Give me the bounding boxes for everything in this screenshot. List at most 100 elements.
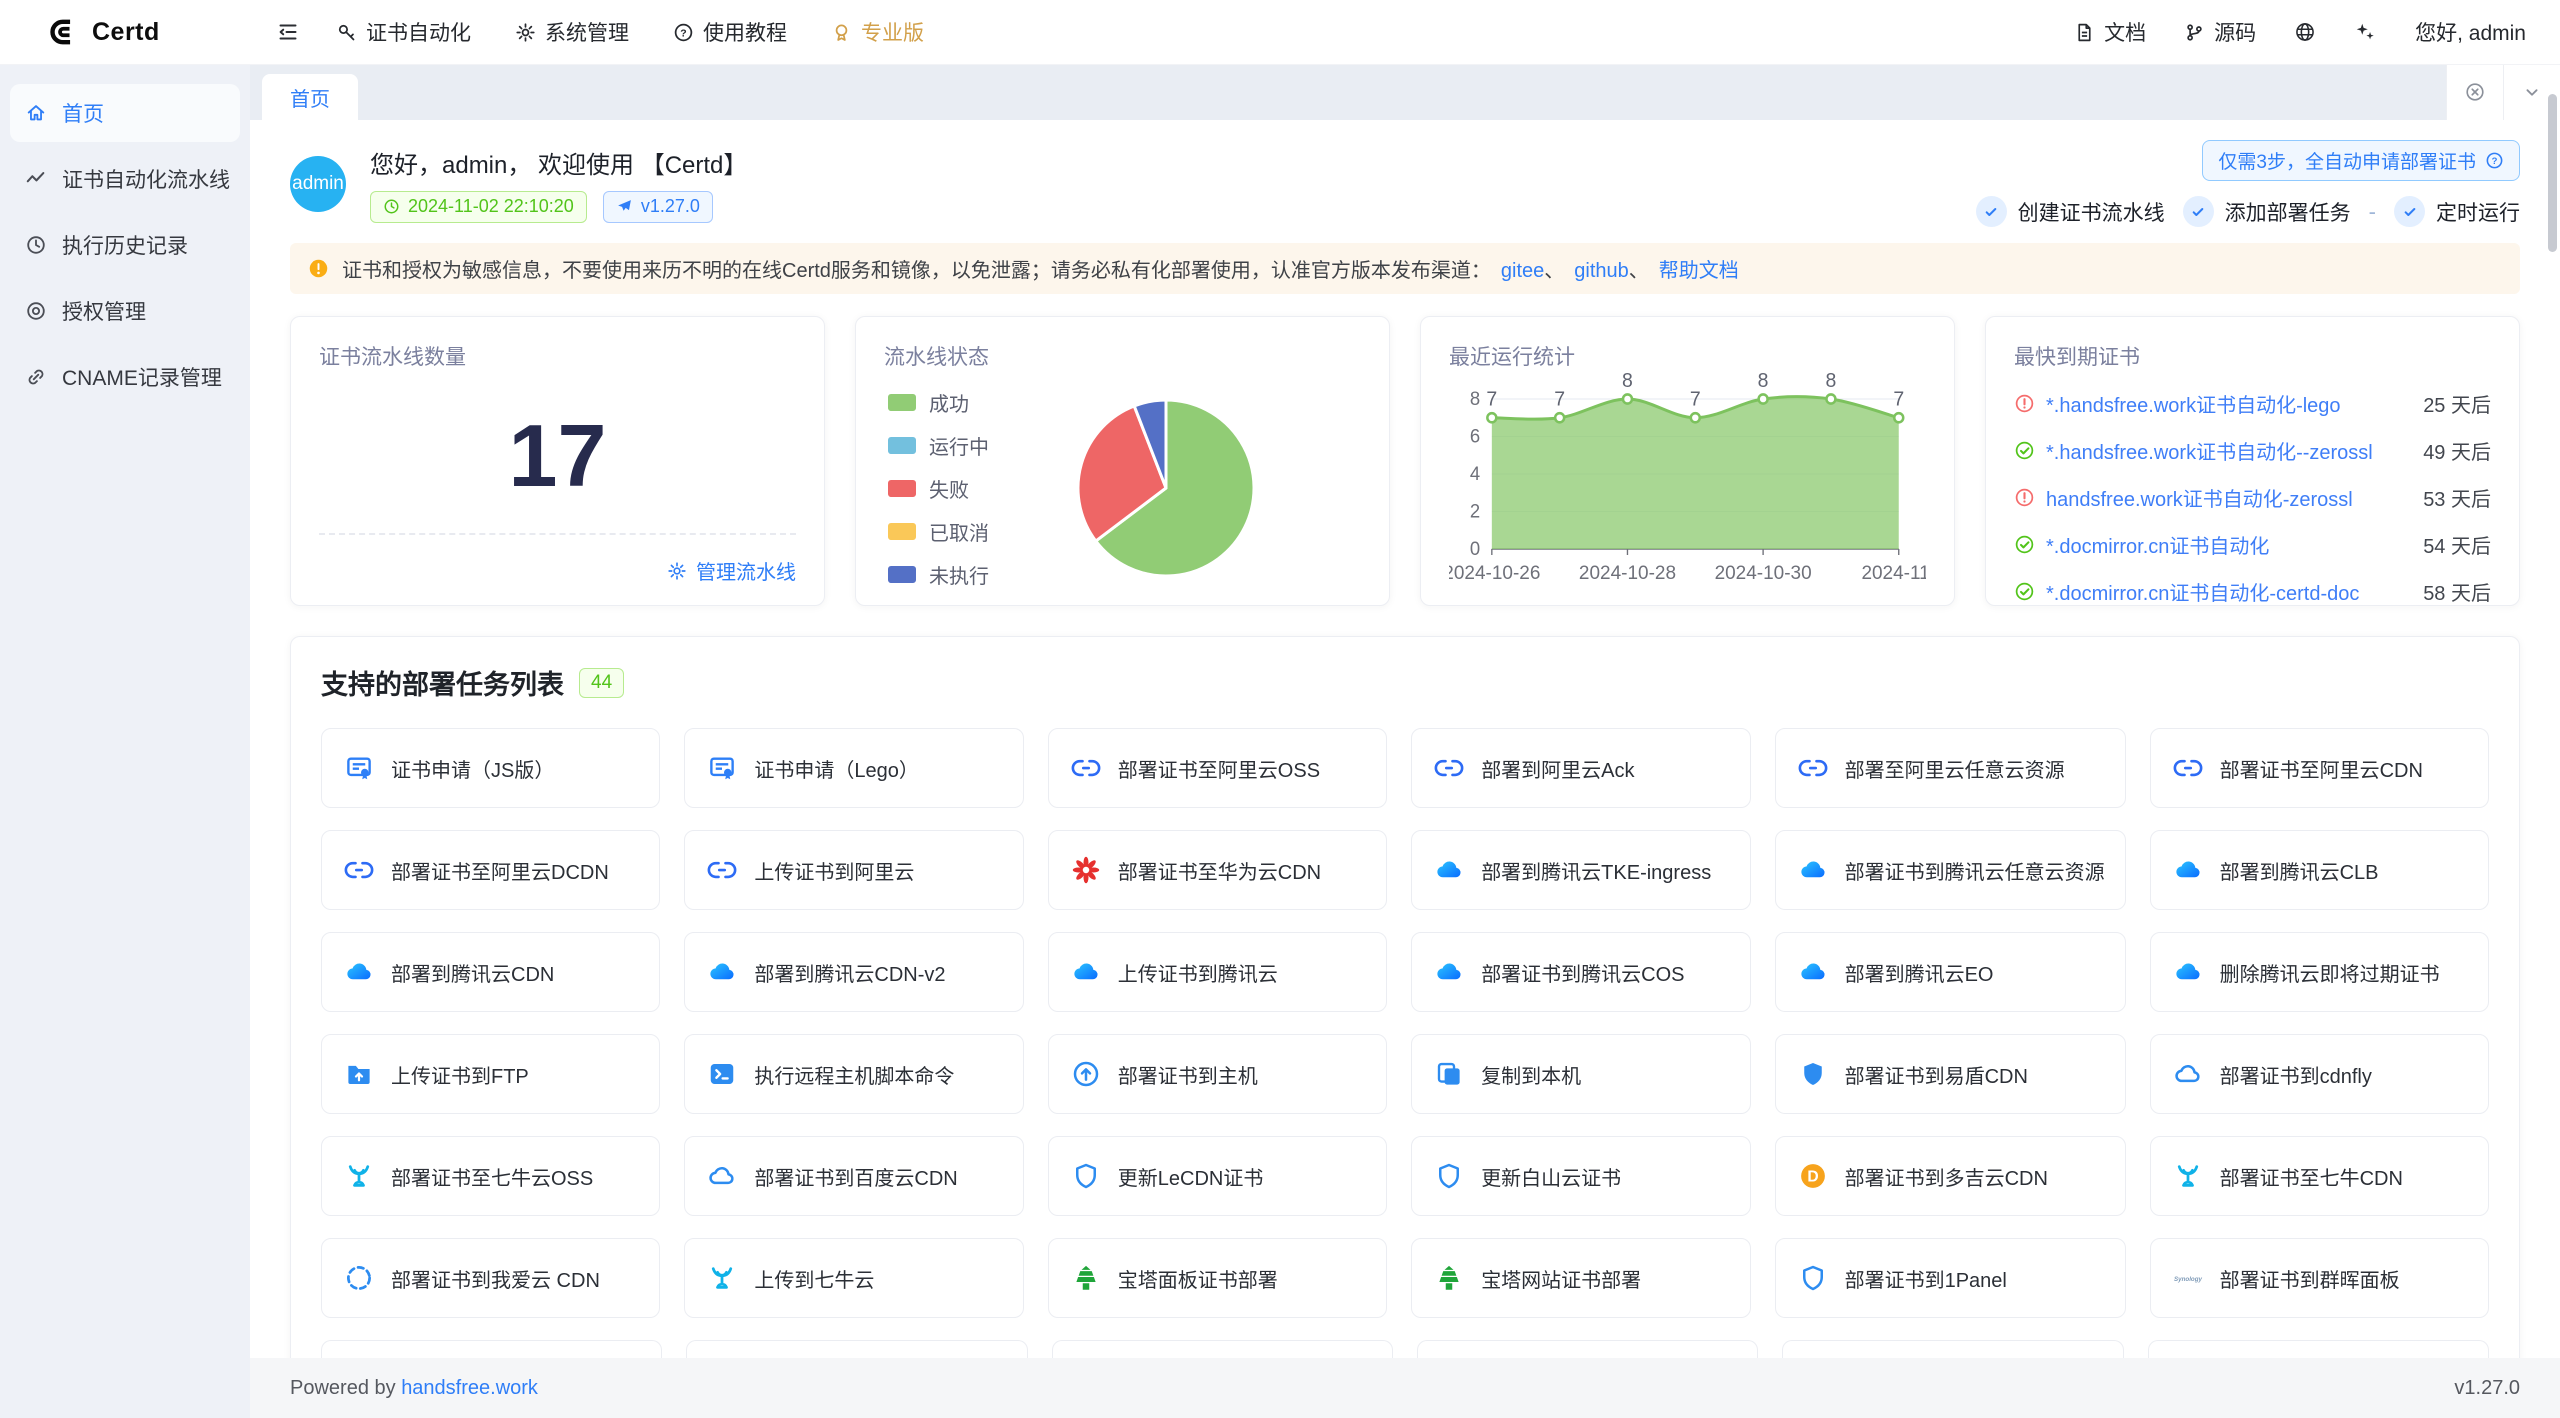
task-card[interactable]: 更新白山云证书 bbox=[1411, 1136, 1750, 1216]
auth-icon bbox=[25, 300, 47, 322]
task-card[interactable]: 部署至阿里云任意云资源 bbox=[1775, 728, 2126, 808]
step-check-icon bbox=[2394, 196, 2425, 227]
task-card[interactable]: 部署到腾讯云CDN-v2 bbox=[684, 932, 1023, 1012]
task-label: 更新LeCDN证书 bbox=[1118, 1162, 1264, 1191]
cert-name-link[interactable]: handsfree.work证书自动化-zerossl bbox=[2046, 483, 2400, 512]
legend-item-4[interactable]: 已取消 bbox=[888, 517, 989, 546]
divider bbox=[319, 533, 796, 535]
version-badge[interactable]: v1.27.0 bbox=[603, 191, 713, 223]
task-card[interactable]: 执行远程主机脚本命令 bbox=[684, 1034, 1023, 1114]
task-card[interactable]: 上传证书到阿里云 bbox=[684, 830, 1023, 910]
task-card[interactable]: 部署到腾讯云CDN bbox=[321, 932, 660, 1012]
error-circle-icon bbox=[2014, 487, 2035, 508]
task-card[interactable]: 部署到腾讯云TKE-ingress bbox=[1411, 830, 1750, 910]
nav-links: 文档 源码 bbox=[2055, 17, 2275, 47]
task-card[interactable]: 部署到腾讯云EO bbox=[1775, 932, 2126, 1012]
sidebar-item-5[interactable]: CNAME记录管理 bbox=[10, 348, 240, 406]
banner-link-3[interactable]: 帮助文档 bbox=[1659, 260, 1739, 282]
banner-link-1[interactable]: gitee bbox=[1501, 260, 1544, 282]
task-card[interactable]: Synology部署证书到群晖面板 bbox=[2150, 1238, 2489, 1318]
ok-circle-icon bbox=[2014, 534, 2035, 555]
welcome-badges: 2024-11-02 22:10:20 v1.27.0 bbox=[370, 191, 747, 223]
task-card[interactable]: 宝塔面板证书部署 bbox=[1048, 1238, 1387, 1318]
task-card[interactable]: 部署证书到易盾CDN bbox=[1775, 1034, 2126, 1114]
task-card[interactable]: 部署证书至阿里云DCDN bbox=[321, 830, 660, 910]
cert-name-link[interactable]: *.docmirror.cn证书自动化-certd-doc bbox=[2046, 577, 2400, 606]
sidebar-item-1[interactable]: 首页 bbox=[10, 84, 240, 142]
task-card[interactable]: 复制到本机 bbox=[1411, 1034, 1750, 1114]
task-card[interactable]: 部署证书到百度云CDN bbox=[684, 1136, 1023, 1216]
cert-name-link[interactable]: *.docmirror.cn证书自动化 bbox=[2046, 530, 2400, 559]
task-card[interactable]: 部署证书到腾讯云任意云资源 bbox=[1775, 830, 2126, 910]
task-card[interactable]: 证书申请（JS版） bbox=[321, 728, 660, 808]
chevron-down-icon bbox=[2521, 81, 2543, 103]
legend-item-3[interactable]: 失败 bbox=[888, 474, 989, 503]
avatar[interactable]: admin bbox=[290, 156, 346, 212]
cert-name-link[interactable]: *.handsfree.work证书自动化--zerossl bbox=[2046, 436, 2400, 465]
nav-item-3[interactable]: ?使用教程 bbox=[651, 0, 809, 64]
user-greeting[interactable]: 您好, admin bbox=[2395, 17, 2526, 47]
task-card[interactable]: 部署证书至七牛云OSS bbox=[321, 1136, 660, 1216]
menu-fold-icon[interactable] bbox=[276, 20, 300, 44]
nav-item-4[interactable]: 专业版 bbox=[809, 0, 946, 64]
task-card[interactable]: 部署证书至华为云CDN bbox=[1048, 830, 1387, 910]
task-label: 部署到腾讯云CDN-v2 bbox=[754, 958, 945, 987]
task-card[interactable]: 部署证书至七牛CDN bbox=[2150, 1136, 2489, 1216]
manage-pipelines-link[interactable]: 管理流水线 bbox=[667, 556, 796, 585]
task-card[interactable]: 上传到七牛云 bbox=[684, 1238, 1023, 1318]
tasks-title: 支持的部署任务列表 bbox=[321, 663, 564, 702]
task-card[interactable]: D部署证书到多吉云CDN bbox=[1775, 1136, 2126, 1216]
nav-link-2[interactable]: 源码 bbox=[2165, 17, 2275, 47]
scrollbar-thumb[interactable] bbox=[2548, 94, 2557, 252]
task-card[interactable]: 更新LeCDN证书 bbox=[1048, 1136, 1387, 1216]
sidebar-item-4[interactable]: 授权管理 bbox=[10, 282, 240, 340]
footer-powered: Powered by handsfree.work bbox=[290, 1377, 538, 1400]
task-card[interactable]: 宝塔网站证书部署 bbox=[1411, 1238, 1750, 1318]
sidebar-item-2[interactable]: 证书自动化流水线 bbox=[10, 150, 240, 208]
sidebar-item-label: 执行历史记录 bbox=[62, 230, 188, 260]
step-label: 定时运行 bbox=[2436, 197, 2520, 227]
step-2: 添加部署任务 bbox=[2183, 196, 2351, 227]
theme-sparkles-icon[interactable] bbox=[2335, 21, 2395, 43]
cert-row-4: *.docmirror.cn证书自动化54 天后 bbox=[2014, 530, 2491, 559]
nav-item-2[interactable]: 系统管理 bbox=[493, 0, 651, 64]
legend-item-1[interactable]: 成功 bbox=[888, 388, 989, 417]
task-card[interactable]: 部署证书到腾讯云COS bbox=[1411, 932, 1750, 1012]
task-card[interactable]: 证书申请（Lego） bbox=[684, 728, 1023, 808]
question-circle-icon: ? bbox=[673, 22, 694, 43]
git-branch-icon bbox=[2184, 22, 2205, 43]
task-card[interactable]: 部署证书至阿里云OSS bbox=[1048, 728, 1387, 808]
brand[interactable]: Certd bbox=[0, 15, 250, 49]
task-card[interactable]: 上传证书到腾讯云 bbox=[1048, 932, 1387, 1012]
task-card[interactable]: 部署到腾讯云CLB bbox=[2150, 830, 2489, 910]
task-card[interactable]: 部署证书到主机 bbox=[1048, 1034, 1387, 1114]
task-card[interactable]: 部署证书到我爱云 CDN bbox=[321, 1238, 660, 1318]
steps: 创建证书流水线添加部署任务-定时运行 bbox=[1976, 196, 2520, 227]
task-card[interactable]: 部署证书到1Panel bbox=[1775, 1238, 2126, 1318]
welcome-title: 您好，admin， 欢迎使用 【Certd】 bbox=[370, 145, 747, 180]
task-card[interactable]: 部署证书到cdnfly bbox=[2150, 1034, 2489, 1114]
aliyun-icon bbox=[342, 855, 376, 885]
tab-home[interactable]: 首页 bbox=[262, 74, 358, 120]
task-card[interactable]: 删除腾讯云即将过期证书 bbox=[2150, 932, 2489, 1012]
banner-link-2[interactable]: github bbox=[1574, 260, 1629, 282]
task-card[interactable]: 部署到阿里云Ack bbox=[1411, 728, 1750, 808]
promo-badge[interactable]: 仅需3步，全自动申请部署证书 ? bbox=[2202, 140, 2520, 181]
nav-link-label: 源码 bbox=[2214, 17, 2256, 47]
svg-text:0: 0 bbox=[1470, 538, 1480, 559]
svg-text:8: 8 bbox=[1622, 373, 1633, 392]
nav-link-1[interactable]: 文档 bbox=[2055, 17, 2165, 47]
language-globe-icon[interactable] bbox=[2275, 21, 2335, 43]
legend-item-2[interactable]: 运行中 bbox=[888, 431, 989, 460]
pie-legend: 成功运行中失败已取消未执行 bbox=[888, 388, 989, 589]
warning-banner: 证书和授权为敏感信息，不要使用来历不明的在线Certd服务和镜像，以免泄露；请务… bbox=[290, 243, 2520, 294]
tasks-count-badge: 44 bbox=[579, 668, 624, 698]
legend-item-5[interactable]: 未执行 bbox=[888, 560, 989, 589]
task-card[interactable]: 上传证书到FTP bbox=[321, 1034, 660, 1114]
footer-handsfree-link[interactable]: handsfree.work bbox=[401, 1377, 538, 1399]
cert-name-link[interactable]: *.handsfree.work证书自动化-lego bbox=[2046, 389, 2400, 418]
close-tabs-button[interactable] bbox=[2446, 64, 2503, 120]
nav-item-1[interactable]: 证书自动化 bbox=[314, 0, 493, 64]
sidebar-item-3[interactable]: 执行历史记录 bbox=[10, 216, 240, 274]
task-card[interactable]: 部署证书至阿里云CDN bbox=[2150, 728, 2489, 808]
